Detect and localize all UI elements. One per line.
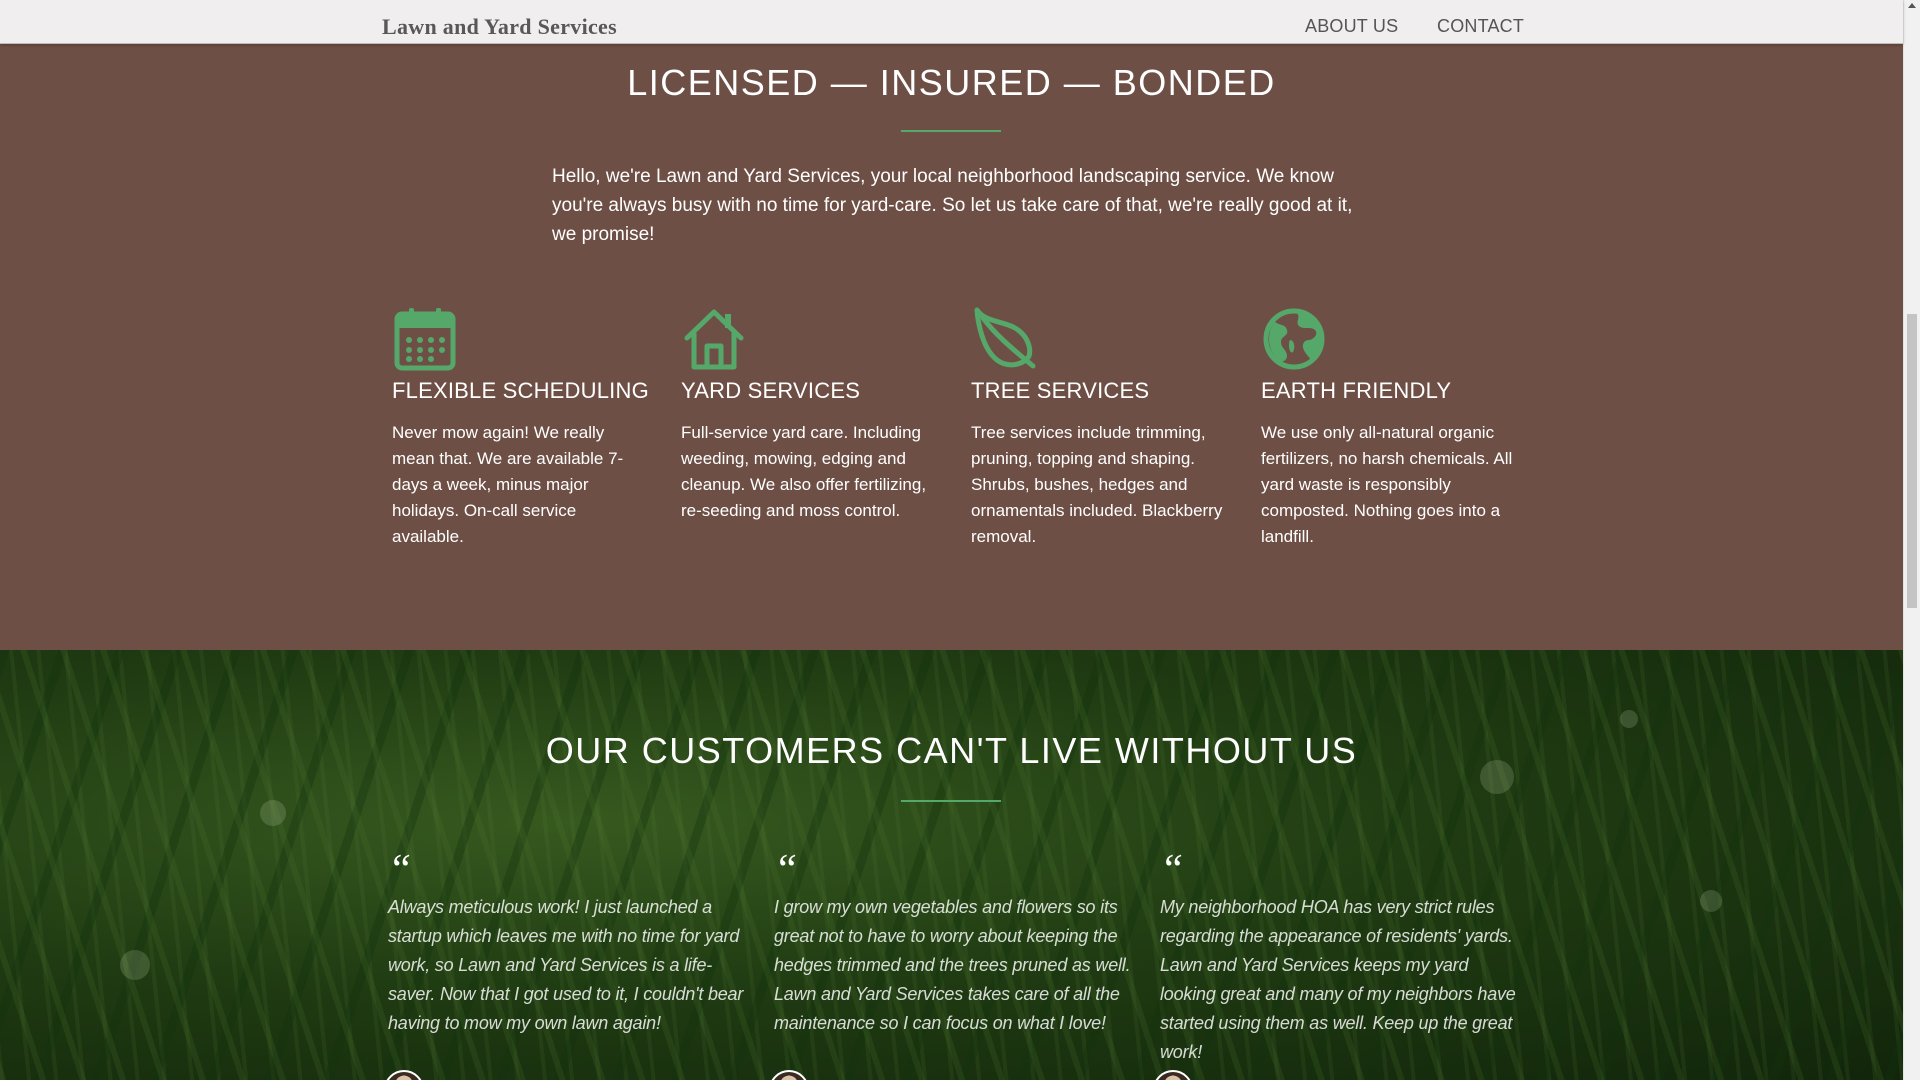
testimonials-title: OUR CUSTOMERS CAN'T LIVE WITHOUT US: [545, 730, 1358, 771]
feature-tree-services: TREE SERVICES Tree services include trim…: [971, 306, 1231, 546]
feature-flexible-scheduling: FLEXIBLE SCHEDULING Never mow again! We …: [392, 306, 652, 546]
house-icon: [684, 309, 744, 370]
testimonials-title-divider: [901, 800, 1001, 802]
feature-earth-friendly: EARTH FRIENDLY We use only all-natural o…: [1261, 306, 1521, 546]
quote-mark-icon: “: [388, 847, 412, 893]
scrollbar-thumb[interactable]: [1907, 314, 1917, 608]
background-bokeh: [120, 950, 150, 980]
avatar: [769, 1070, 809, 1080]
testimonial-text: Always meticulous work! I just launched …: [388, 897, 744, 1033]
quote-mark-icon: “: [1160, 847, 1184, 893]
avatar: [1153, 1070, 1193, 1080]
nav-about-us-link[interactable]: ABOUT US: [1305, 16, 1398, 37]
background-bokeh: [1620, 710, 1638, 728]
feature-title: FLEXIBLE SCHEDULING: [392, 378, 649, 403]
testimonial-card: “ Always meticulous work! I just launche…: [388, 847, 748, 1038]
feature-yard-services: YARD SERVICES Full-service yard care. In…: [681, 306, 941, 520]
nav-contact-link[interactable]: CONTACT: [1437, 16, 1524, 37]
feature-title: TREE SERVICES: [971, 378, 1150, 403]
background-bokeh: [1700, 890, 1722, 912]
feature-text: Tree services include trimming, pruning,…: [971, 423, 1223, 546]
background-bokeh: [260, 800, 286, 826]
feature-text: Never mow again! We really mean that. We…: [392, 423, 624, 546]
scroll-up-arrow-icon[interactable]: [1908, 3, 1916, 8]
leaf-icon: [974, 307, 1036, 369]
about-intro-text: Hello, we're Lawn and Yard Services, you…: [552, 166, 1353, 245]
feature-text: Full-service yard care. Including weedin…: [681, 423, 927, 520]
navbar: Lawn and Yard Services ABOUT US CONTACT: [0, 0, 1903, 44]
feature-title: EARTH FRIENDLY: [1261, 378, 1452, 403]
about-title-divider: [901, 130, 1001, 132]
vertical-scrollbar[interactable]: [1903, 0, 1920, 1080]
testimonial-card: “ I grow my own vegetables and flowers s…: [774, 847, 1134, 1038]
globe-icon: [1263, 308, 1325, 370]
calendar-icon: [394, 308, 456, 371]
testimonial-card: “ My neighborhood HOA has very strict ru…: [1160, 847, 1520, 1067]
brand-logo-text[interactable]: Lawn and Yard Services: [382, 14, 617, 40]
feature-title: YARD SERVICES: [681, 378, 861, 403]
testimonials-section: OUR CUSTOMERS CAN'T LIVE WITHOUT US “ Al…: [0, 650, 1903, 1080]
about-title: LICENSED — INSURED — BONDED: [627, 62, 1276, 103]
testimonial-text: My neighborhood HOA has very strict rule…: [1160, 897, 1516, 1062]
avatar: [384, 1070, 424, 1080]
quote-mark-icon: “: [774, 847, 798, 893]
testimonial-text: I grow my own vegetables and flowers so …: [774, 897, 1131, 1033]
feature-text: We use only all-natural organic fertiliz…: [1261, 423, 1513, 546]
about-section: LICENSED — INSURED — BONDED Hello, we're…: [0, 44, 1903, 650]
